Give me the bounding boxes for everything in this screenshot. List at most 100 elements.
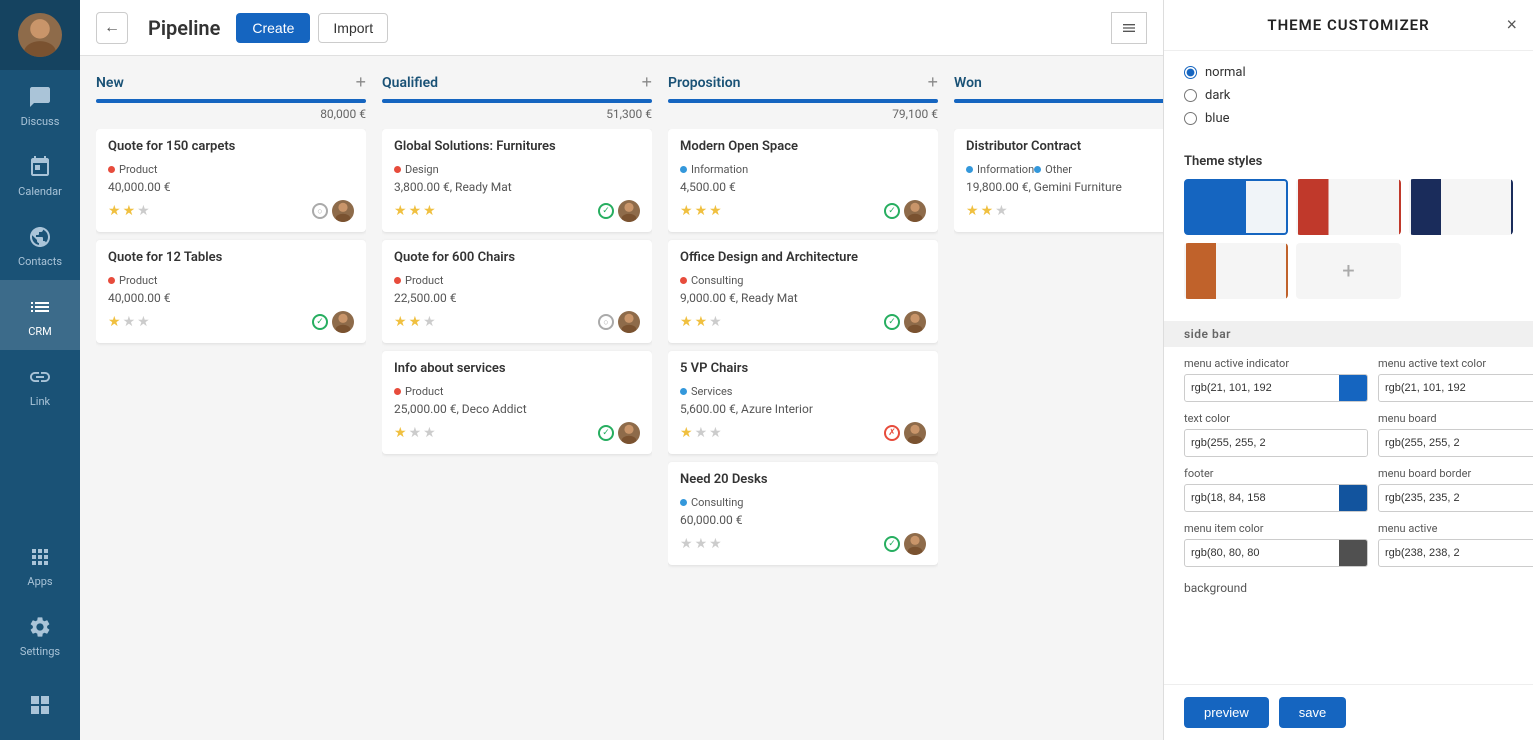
star-3: ★ [137, 314, 150, 330]
color-field-row-menu_active [1378, 539, 1533, 567]
color-field-menu_board: menu board [1378, 412, 1533, 457]
create-button[interactable]: Create [236, 13, 310, 43]
kanban-column-proposition: Proposition + 79,100 € Modern Open Space… [668, 72, 938, 724]
star-3: ★ [709, 536, 722, 552]
apps-icon [26, 543, 54, 571]
sidebar-item-link[interactable]: Link [0, 350, 80, 420]
color-field-input-menu_board_border[interactable] [1379, 492, 1533, 504]
column-title: Qualified [382, 75, 438, 91]
sidebar-item-discuss[interactable]: Discuss [0, 70, 80, 140]
column-header: Won + [954, 72, 1163, 93]
sidebar-item-apps[interactable]: Apps [0, 530, 80, 600]
sidebar-item-crm[interactable]: CRM [0, 280, 80, 350]
color-swatch-menu_active_indicator[interactable] [1339, 374, 1367, 402]
sidebar-item-contacts[interactable]: Contacts [0, 210, 80, 280]
theme-customizer-panel: THEME CUSTOMIZER × normal dark blue Them… [1163, 0, 1533, 740]
swatch-orange[interactable] [1184, 243, 1288, 299]
star-1: ★ [680, 536, 693, 552]
swatch-red[interactable] [1296, 179, 1400, 235]
card-tag: Consulting [680, 496, 743, 509]
color-field-label-text_color: text color [1184, 412, 1368, 425]
column-add-button[interactable]: + [355, 72, 366, 93]
kanban-card[interactable]: Quote for 12 Tables Product 40,000.00 € … [96, 240, 366, 343]
preview-button[interactable]: preview [1184, 697, 1269, 728]
back-button[interactable]: ← [96, 12, 128, 44]
theme-mode-dark[interactable]: dark [1184, 88, 1513, 103]
card-footer: ★★★ ✓ [394, 200, 640, 222]
kanban-card[interactable]: Info about services Product 25,000.00 €,… [382, 351, 652, 454]
column-add-button[interactable]: + [641, 72, 652, 93]
color-field-row-text_color [1184, 429, 1368, 457]
sidebar-item-settings[interactable]: Settings [0, 600, 80, 670]
card-icons: ✓ [598, 422, 640, 444]
color-swatch-footer[interactable] [1339, 484, 1367, 512]
card-icons: ✓ [312, 311, 354, 333]
view-toggle-button[interactable] [1111, 12, 1147, 44]
card-tag: Information [680, 163, 748, 176]
sidebar: Discuss Calendar Contacts CRM Link Apps [0, 0, 80, 740]
status-indicator: ✓ [598, 203, 614, 219]
card-icons: ✓ [598, 200, 640, 222]
swatch-add[interactable]: + [1296, 243, 1400, 299]
color-field-input-menu_active[interactable] [1379, 547, 1533, 559]
color-swatch-menu_item_color[interactable] [1339, 539, 1367, 567]
card-tag2: Other [1034, 163, 1072, 176]
card-title: Info about services [394, 361, 640, 376]
settings-icon [26, 613, 54, 641]
card-icons: ✓ [884, 311, 926, 333]
color-field-input-menu_item_color[interactable] [1185, 547, 1339, 559]
status-indicator: ○ [598, 314, 614, 330]
card-amount: 9,000.00 €, Ready Mat [680, 291, 926, 305]
color-field-input-text_color[interactable] [1185, 437, 1339, 449]
column-amount: 79,100 € [668, 107, 938, 121]
column-amount: 80,000 € [96, 107, 366, 121]
color-field-input-menu_active_indicator[interactable] [1185, 382, 1339, 394]
import-button[interactable]: Import [318, 13, 388, 43]
card-avatar [904, 422, 926, 444]
theme-close-button[interactable]: × [1506, 15, 1517, 36]
sidebar-item-calendar[interactable]: Calendar [0, 140, 80, 210]
kanban-card[interactable]: Modern Open Space Information 4,500.00 €… [668, 129, 938, 232]
color-field-input-menu_active_text_color[interactable] [1379, 382, 1533, 394]
kanban-card[interactable]: 5 VP Chairs Services 5,600.00 €, Azure I… [668, 351, 938, 454]
color-field-menu_active: menu active [1378, 522, 1533, 567]
theme-mode-normal[interactable]: normal [1184, 65, 1513, 80]
kanban-card[interactable]: Office Design and Architecture Consultin… [668, 240, 938, 343]
save-button[interactable]: save [1279, 697, 1346, 728]
color-swatch-text_color[interactable] [1339, 429, 1367, 457]
color-field-input-menu_board[interactable] [1379, 437, 1533, 449]
color-field-label-footer: footer [1184, 467, 1368, 480]
sidebar-item-grid[interactable] [0, 670, 80, 740]
card-amount: 60,000.00 € [680, 513, 926, 527]
card-footer: ★★★ ✓ [394, 422, 640, 444]
star-3: ★ [423, 425, 436, 441]
color-field-label-menu_board: menu board [1378, 412, 1533, 425]
kanban-card[interactable]: Quote for 150 carpets Product 40,000.00 … [96, 129, 366, 232]
sidebar-section-bar: side bar [1164, 321, 1533, 347]
kanban-card[interactable]: Quote for 600 Chairs Product 22,500.00 €… [382, 240, 652, 343]
column-add-button[interactable]: + [927, 72, 938, 93]
color-fields-grid: menu active indicator menu active text c… [1164, 347, 1533, 577]
kanban-card[interactable]: Distributor Contract Information Other 1… [954, 129, 1163, 232]
column-cards: Quote for 150 carpets Product 40,000.00 … [96, 129, 366, 724]
theme-footer: preview save [1164, 684, 1533, 740]
swatch-dark-blue[interactable] [1409, 179, 1513, 235]
user-avatar-container[interactable] [0, 0, 80, 70]
theme-mode-radio-group: normal dark blue [1184, 65, 1513, 126]
card-title: Quote for 600 Chairs [394, 250, 640, 265]
theme-mode-blue[interactable]: blue [1184, 111, 1513, 126]
color-field-input-footer[interactable] [1185, 492, 1339, 504]
swatch-blue[interactable] [1184, 179, 1288, 235]
card-tag: Product [394, 385, 443, 398]
background-label: background [1184, 581, 1247, 595]
kanban-card[interactable]: Global Solutions: Furnitures Design 3,80… [382, 129, 652, 232]
color-field-row-menu_active_indicator [1184, 374, 1368, 402]
column-header: Qualified + [382, 72, 652, 93]
kanban-card[interactable]: Need 20 Desks Consulting 60,000.00 € ★★★… [668, 462, 938, 565]
column-amount: 19,800 € [954, 107, 1163, 121]
card-stars: ★★★ [680, 536, 722, 552]
card-avatar [904, 311, 926, 333]
theme-mode-section: normal dark blue [1164, 51, 1533, 140]
color-field-text_color: text color [1184, 412, 1368, 457]
card-tag: Product [108, 274, 157, 287]
